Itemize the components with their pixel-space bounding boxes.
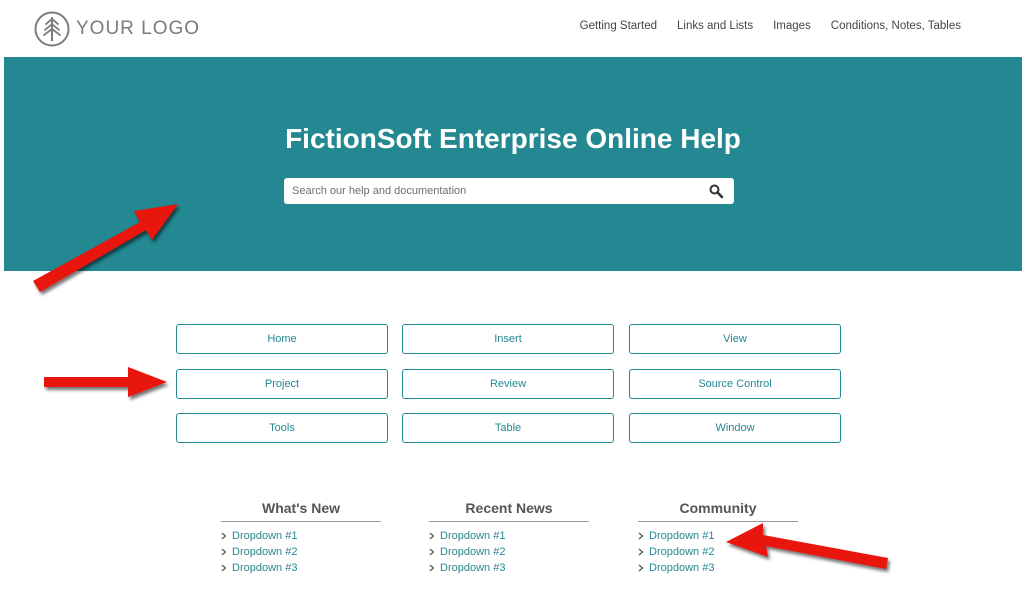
view-button[interactable]: View xyxy=(629,324,841,354)
insert-button[interactable]: Insert xyxy=(402,324,614,354)
chevron-right-icon xyxy=(638,564,644,572)
whats-new-column: What's New Dropdown #1 Dropdown #2 Dropd… xyxy=(221,500,381,576)
list-item: Dropdown #3 xyxy=(638,560,798,576)
dropdown-link[interactable]: Dropdown #2 xyxy=(440,546,505,558)
nav-link-links-and-lists[interactable]: Links and Lists xyxy=(677,20,753,32)
community-column: Community Dropdown #1 Dropdown #2 Dropdo… xyxy=(638,500,798,576)
chevron-right-icon xyxy=(429,548,435,556)
search-box xyxy=(284,178,734,204)
column-heading: What's New xyxy=(221,500,381,522)
nav-link-images[interactable]: Images xyxy=(773,20,811,32)
project-button[interactable]: Project xyxy=(176,369,388,399)
review-button[interactable]: Review xyxy=(402,369,614,399)
list-item: Dropdown #1 xyxy=(638,528,798,544)
tools-button[interactable]: Tools xyxy=(176,413,388,443)
list-item: Dropdown #2 xyxy=(429,544,589,560)
list-item: Dropdown #1 xyxy=(221,528,381,544)
tree-icon xyxy=(34,11,70,47)
chevron-right-icon xyxy=(429,564,435,572)
top-nav: Getting Started Links and Lists Images C… xyxy=(560,20,961,32)
home-button[interactable]: Home xyxy=(176,324,388,354)
hero-banner: FictionSoft Enterprise Online Help xyxy=(4,57,1022,271)
dropdown-link[interactable]: Dropdown #2 xyxy=(232,546,297,558)
list-item: Dropdown #3 xyxy=(429,560,589,576)
logo-text: YOUR LOGO xyxy=(76,18,201,39)
chevron-right-icon xyxy=(429,532,435,540)
page-title: FictionSoft Enterprise Online Help xyxy=(285,123,741,154)
chevron-right-icon xyxy=(221,532,227,540)
column-heading: Recent News xyxy=(429,500,589,522)
dropdown-link[interactable]: Dropdown #3 xyxy=(440,562,505,574)
dropdown-link[interactable]: Dropdown #1 xyxy=(649,530,714,542)
column-heading: Community xyxy=(638,500,798,522)
chevron-right-icon xyxy=(221,548,227,556)
site-header: YOUR LOGO Getting Started Links and List… xyxy=(0,0,1024,57)
search-icon[interactable] xyxy=(708,183,724,199)
nav-link-conditions-notes-tables[interactable]: Conditions, Notes, Tables xyxy=(831,20,961,32)
source-control-button[interactable]: Source Control xyxy=(629,369,841,399)
chevron-right-icon xyxy=(638,532,644,540)
dropdown-link[interactable]: Dropdown #3 xyxy=(232,562,297,574)
table-button[interactable]: Table xyxy=(402,413,614,443)
dropdown-link[interactable]: Dropdown #1 xyxy=(232,530,297,542)
dropdown-link[interactable]: Dropdown #3 xyxy=(649,562,714,574)
list-item: Dropdown #2 xyxy=(221,544,381,560)
dropdown-link[interactable]: Dropdown #1 xyxy=(440,530,505,542)
list-item: Dropdown #2 xyxy=(638,544,798,560)
logo[interactable]: YOUR LOGO xyxy=(34,10,200,48)
dropdown-link[interactable]: Dropdown #2 xyxy=(649,546,714,558)
chevron-right-icon xyxy=(638,548,644,556)
window-button[interactable]: Window xyxy=(629,413,841,443)
list-item: Dropdown #1 xyxy=(429,528,589,544)
search-input[interactable] xyxy=(284,178,694,204)
list-item: Dropdown #3 xyxy=(221,560,381,576)
chevron-right-icon xyxy=(221,564,227,572)
recent-news-column: Recent News Dropdown #1 Dropdown #2 Drop… xyxy=(429,500,589,576)
nav-link-getting-started[interactable]: Getting Started xyxy=(580,20,657,32)
red-arrow-icon xyxy=(44,367,167,397)
